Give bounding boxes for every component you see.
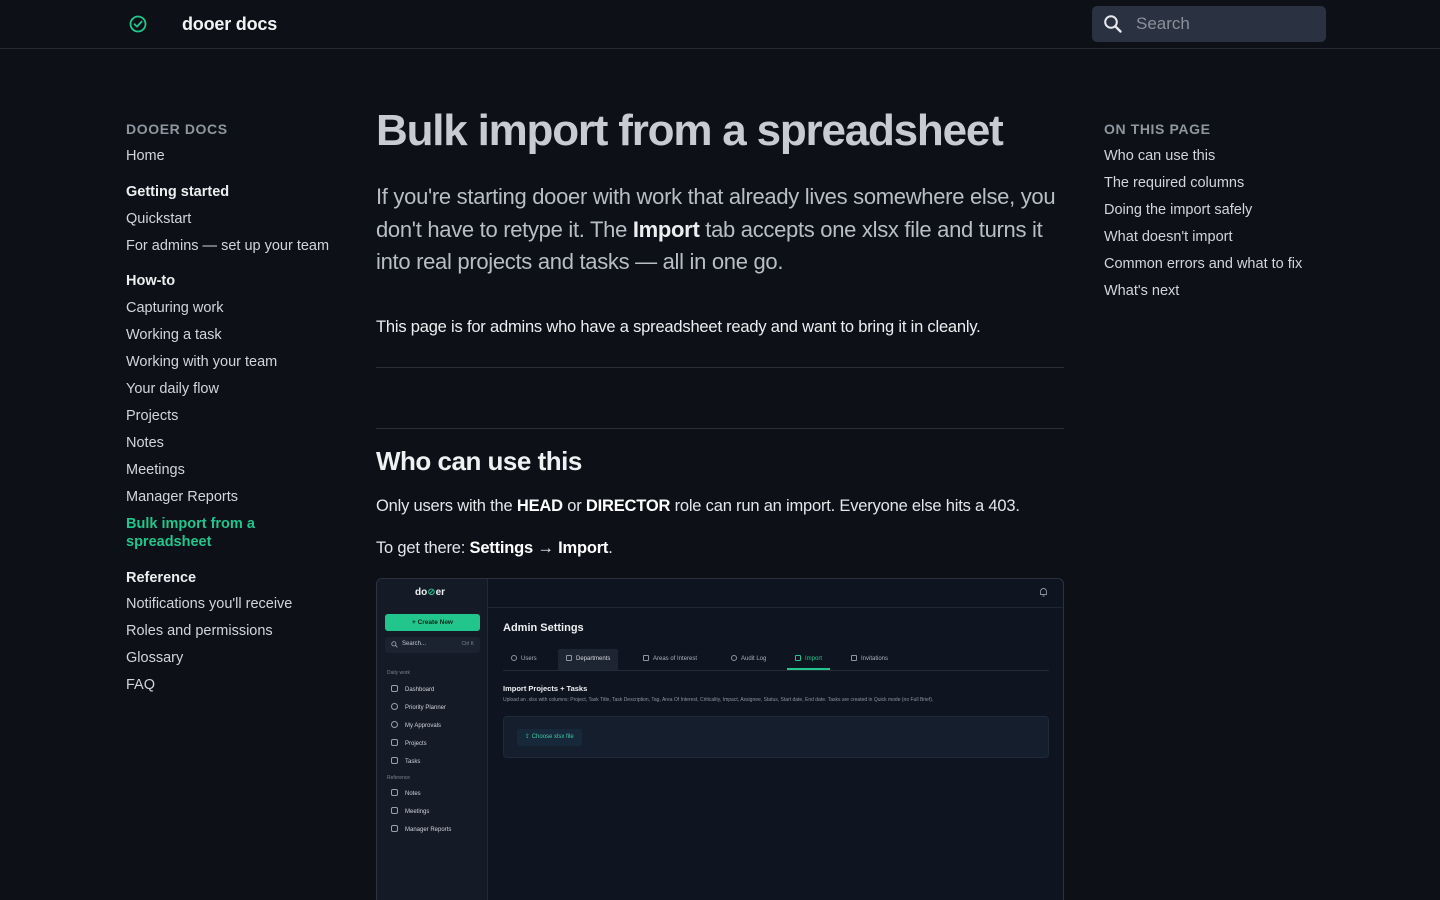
import-section-description: Upload an .xlsx with columns: Project, T… [503, 697, 934, 703]
sidebar-item-home[interactable]: Home [126, 147, 165, 165]
audience-note: This page is for admins who have a sprea… [376, 318, 981, 336]
app-search: Search... Ctrl K [385, 637, 480, 653]
sidebar-item-notifications[interactable]: Notifications you'll receive [126, 595, 292, 613]
bell-icon [1040, 588, 1047, 597]
tab-invitations: Invitations [843, 649, 896, 670]
app-sidebar: do⊘er + Create New Search... Ctrl K Dail… [377, 579, 488, 900]
group-daily-work: Daily work [387, 670, 411, 676]
sidebar-section-how-to: How-to [126, 273, 176, 289]
app-nav-approvals: My Approvals [391, 721, 441, 729]
upload-icon [795, 655, 801, 661]
sidebar-item-projects[interactable]: Projects [126, 407, 178, 425]
lead-paragraph: If you're starting dooer with work that … [376, 184, 1056, 274]
shield-icon [731, 655, 737, 661]
sidebar-section-getting-started: Getting started [126, 184, 230, 200]
app-nav-priority-planner: Priority Planner [391, 703, 446, 711]
search-box[interactable] [1092, 6, 1326, 42]
sidebar-title: DOOER DOCS [126, 121, 228, 137]
admin-settings-screenshot: do⊘er + Create New Search... Ctrl K Dail… [376, 578, 1064, 900]
import-emphasis: Import [632, 216, 700, 242]
toc-item-what-doesnt-import[interactable]: What doesn't import [1104, 228, 1233, 246]
toc-item-who-can-use[interactable]: Who can use this [1104, 147, 1215, 165]
sidebar-item-working-a-task[interactable]: Working a task [126, 326, 222, 344]
mail-icon [851, 655, 857, 661]
check-icon [391, 721, 398, 728]
sidebar-item-quickstart[interactable]: Quickstart [126, 210, 191, 228]
check-circle-icon[interactable] [129, 15, 147, 33]
tag-icon [643, 655, 649, 661]
toc-title: ON THIS PAGE [1104, 121, 1211, 137]
search-input[interactable] [1136, 6, 1316, 42]
sidebar-item-roles[interactable]: Roles and permissions [126, 622, 273, 640]
admin-tabs: Users Departments Areas of Interest Audi… [503, 649, 1049, 671]
divider [376, 428, 1064, 429]
search-icon [1104, 15, 1122, 33]
admin-settings-title: Admin Settings [503, 622, 584, 634]
upload-icon: ⇪ [525, 734, 532, 740]
page-title: Bulk import from a spreadsheet [376, 106, 1004, 155]
sidebar-item-faq[interactable]: FAQ [126, 676, 155, 694]
choose-file-button: ⇪ Choose xlsx file [517, 729, 582, 746]
app-nav-meetings: Meetings [391, 807, 429, 815]
app-logo: do⊘er [415, 587, 446, 598]
folder-icon [391, 739, 398, 746]
sidebar-item-for-admins[interactable]: For admins — set up your team [126, 237, 329, 255]
list-icon [391, 757, 398, 764]
app-nav-projects: Projects [391, 739, 427, 747]
calendar-icon [391, 807, 398, 814]
toc-item-common-errors[interactable]: Common errors and what to fix [1104, 255, 1302, 273]
roles-paragraph: Only users with the HEAD or DIRECTOR rol… [376, 497, 1020, 515]
divider [488, 607, 1063, 608]
sidebar-item-manager-reports[interactable]: Manager Reports [126, 488, 238, 506]
planner-icon [391, 703, 398, 710]
app-nav-manager-reports: Manager Reports [391, 825, 451, 833]
chart-icon [391, 825, 398, 832]
sidebar-section-reference: Reference [126, 570, 197, 586]
divider [376, 367, 1064, 368]
toc-item-required-columns[interactable]: The required columns [1104, 174, 1244, 192]
brand-title[interactable]: dooer docs [182, 14, 277, 35]
upload-area: ⇪ Choose xlsx file [503, 716, 1049, 758]
sidebar-item-glossary[interactable]: Glossary [126, 649, 183, 667]
tab-audit-log: Audit Log [723, 649, 774, 670]
app-nav-dashboard: Dashboard [391, 685, 434, 693]
toc-item-import-safely[interactable]: Doing the import safely [1104, 201, 1252, 219]
toc-item-whats-next[interactable]: What's next [1104, 282, 1179, 300]
sidebar-item-capturing-work[interactable]: Capturing work [126, 299, 224, 317]
navigation-paragraph: To get there: Settings → Import. [376, 539, 613, 557]
create-new-button: + Create New [385, 614, 480, 631]
app-nav-tasks: Tasks [391, 757, 420, 765]
import-section-title: Import Projects + Tasks [503, 684, 588, 693]
top-bar: dooer docs [0, 0, 1440, 49]
users-icon [511, 655, 517, 661]
group-reference: Reference [387, 775, 411, 781]
sidebar-item-notes[interactable]: Notes [126, 434, 164, 452]
section-heading-who-can-use: Who can use this [376, 446, 582, 476]
tab-users: Users [503, 649, 545, 670]
app-nav-notes: Notes [391, 789, 421, 797]
sidebar-item-bulk-import[interactable]: Bulk import from a spreadsheet [126, 515, 276, 551]
note-icon [391, 789, 398, 796]
tab-import: Import [787, 649, 831, 670]
sidebar-item-meetings[interactable]: Meetings [126, 461, 185, 479]
dashboard-icon [391, 685, 398, 692]
tab-areas-of-interest: Areas of Interest [635, 649, 705, 670]
building-icon [566, 655, 572, 661]
tab-departments: Departments [558, 649, 619, 670]
sidebar-item-daily-flow[interactable]: Your daily flow [126, 380, 219, 398]
search-icon [391, 641, 398, 648]
sidebar-item-working-with-team[interactable]: Working with your team [126, 353, 277, 371]
